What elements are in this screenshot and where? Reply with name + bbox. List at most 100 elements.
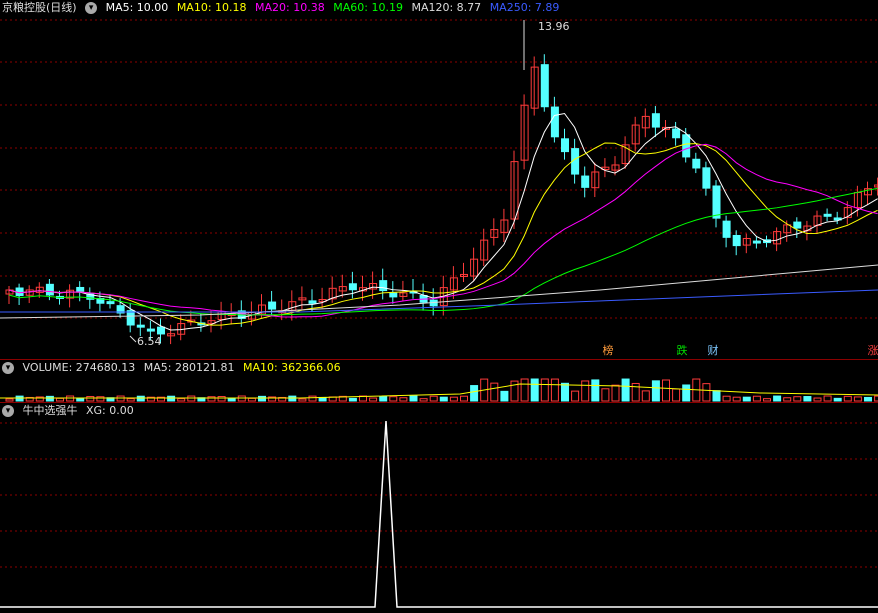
volume-bar bbox=[732, 396, 741, 402]
volume-bar bbox=[429, 395, 438, 402]
candle-body bbox=[722, 220, 731, 238]
volume-bar bbox=[651, 380, 660, 402]
volume-bar bbox=[561, 382, 569, 402]
candle-body bbox=[389, 292, 398, 298]
candle-body bbox=[793, 221, 802, 229]
volume-bar bbox=[803, 396, 812, 402]
volume-bar bbox=[712, 390, 721, 402]
volume-ma10-label: MA10: 362366.06 bbox=[242, 361, 341, 374]
volume-panel[interactable]: ▾ VOLUME: 274680.13 MA5: 280121.81 MA10:… bbox=[0, 360, 878, 402]
volume-bar bbox=[853, 396, 862, 402]
candle-body bbox=[823, 213, 832, 217]
volume-bar bbox=[843, 395, 852, 402]
volume-bar bbox=[187, 395, 196, 402]
candle-body bbox=[692, 158, 701, 169]
candle-body bbox=[550, 106, 559, 138]
flag-bang[interactable]: 榜 bbox=[601, 344, 615, 358]
low-price-label: 6.54 bbox=[137, 335, 162, 348]
volume-bar bbox=[550, 378, 559, 402]
ma120-label: MA120: 8.77 bbox=[411, 1, 482, 14]
volume-bar bbox=[682, 384, 691, 402]
ma20-label: MA20: 10.38 bbox=[255, 1, 325, 14]
indicator-header: ▾ 牛中选强牛 XG: 0.00 bbox=[0, 403, 139, 419]
volume-bar bbox=[308, 395, 317, 402]
volume-bar bbox=[217, 396, 226, 402]
indicator-panel[interactable]: ▾ 牛中选强牛 XG: 0.00 bbox=[0, 403, 878, 613]
volume-bar bbox=[369, 397, 378, 402]
candle-body bbox=[76, 286, 85, 292]
candle-body bbox=[136, 324, 145, 328]
candle-body bbox=[106, 301, 115, 305]
volume-bar bbox=[540, 378, 549, 402]
volume-bar bbox=[126, 398, 135, 402]
volume-bar bbox=[66, 395, 75, 402]
volume-label: VOLUME: 274680.13 bbox=[22, 361, 136, 374]
flag-zhang[interactable]: 涨 bbox=[866, 344, 878, 358]
ma10-label: MA10: 10.18 bbox=[176, 1, 247, 14]
price-panel[interactable]: 京粮控股(日线) ▾ MA5: 10.00 MA10: 10.18 MA20: … bbox=[0, 0, 878, 358]
volume-header: ▾ VOLUME: 274680.13 MA5: 280121.81 MA10:… bbox=[0, 360, 346, 376]
volume-bar bbox=[581, 380, 590, 402]
volume-bar bbox=[611, 384, 620, 402]
volume-bar bbox=[45, 395, 54, 402]
candle-body bbox=[45, 283, 54, 296]
candle-body bbox=[581, 175, 590, 188]
volume-bar bbox=[641, 390, 650, 402]
volume-bar bbox=[591, 379, 600, 402]
volume-bar bbox=[864, 396, 872, 402]
volume-bar bbox=[672, 388, 681, 402]
indicator-value: XG: 0.00 bbox=[86, 404, 134, 417]
volume-bar bbox=[470, 385, 479, 402]
candle-body bbox=[651, 113, 660, 128]
volume-bar bbox=[439, 396, 448, 402]
volume-bar bbox=[571, 390, 580, 402]
volume-bar bbox=[298, 398, 307, 402]
ma5-label: MA5: 10.00 bbox=[105, 1, 169, 14]
volume-bar bbox=[773, 395, 782, 402]
volume-bar bbox=[460, 395, 468, 402]
volume-bar bbox=[833, 397, 842, 402]
volume-bar bbox=[449, 396, 458, 402]
candle-body bbox=[561, 138, 569, 153]
volume-bar bbox=[86, 396, 95, 402]
volume-bar bbox=[399, 397, 408, 402]
low-pointer bbox=[129, 335, 137, 343]
flag-die[interactable]: 跌 bbox=[675, 344, 689, 358]
chevron-down-icon[interactable]: ▾ bbox=[85, 2, 98, 14]
volume-bar bbox=[177, 398, 186, 402]
high-price-label: 13.96 bbox=[538, 20, 570, 33]
volume-bar bbox=[722, 395, 731, 402]
candle-body bbox=[308, 300, 317, 304]
volume-bar bbox=[500, 390, 509, 402]
flag-cai[interactable]: 财 bbox=[706, 344, 720, 358]
volume-bar bbox=[258, 395, 266, 402]
candle-body bbox=[540, 64, 549, 108]
volume-bar bbox=[530, 378, 539, 402]
volume-bar bbox=[742, 396, 751, 402]
volume-bar bbox=[662, 379, 670, 402]
volume-bar bbox=[601, 388, 610, 402]
volume-bar bbox=[348, 397, 357, 402]
candle-body bbox=[348, 283, 357, 291]
volume-bar bbox=[813, 397, 822, 402]
candle-body bbox=[702, 167, 711, 189]
volume-bar bbox=[247, 397, 256, 402]
volume-bar bbox=[419, 398, 428, 402]
ma60-label: MA60: 10.19 bbox=[333, 1, 403, 14]
volume-bar bbox=[752, 395, 761, 402]
candle-body bbox=[126, 310, 135, 326]
volume-bar bbox=[167, 395, 176, 402]
ma250-label: MA250: 7.89 bbox=[489, 1, 560, 14]
price-chart[interactable] bbox=[0, 0, 878, 358]
chevron-down-icon[interactable]: ▾ bbox=[2, 405, 14, 417]
volume-bar bbox=[96, 396, 105, 402]
volume-bar bbox=[379, 396, 388, 402]
volume-bar bbox=[409, 395, 418, 402]
volume-bar bbox=[793, 396, 802, 402]
indicator-chart[interactable] bbox=[0, 403, 878, 613]
price-header: 京粮控股(日线) ▾ MA5: 10.00 MA10: 10.18 MA20: … bbox=[0, 0, 564, 16]
chevron-down-icon[interactable]: ▾ bbox=[2, 362, 14, 374]
candle-body bbox=[732, 234, 741, 247]
volume-bar bbox=[874, 395, 878, 402]
volume-bar bbox=[288, 395, 297, 402]
